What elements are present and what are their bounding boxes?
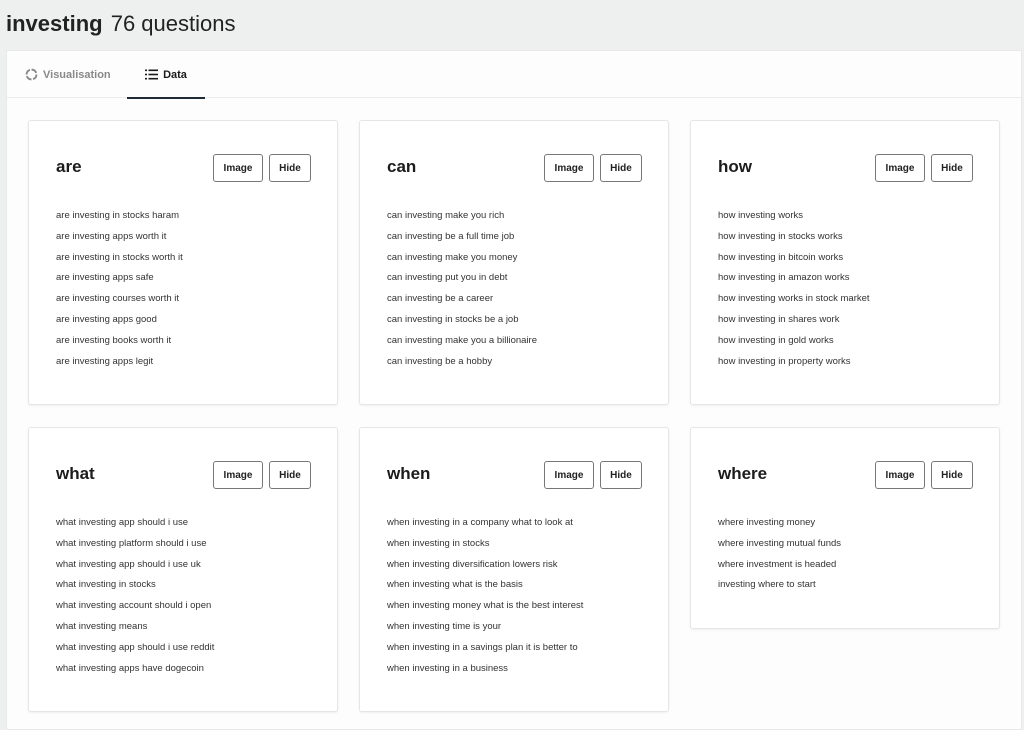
image-button[interactable]: Image xyxy=(875,461,925,489)
card-title: when xyxy=(387,464,431,483)
keyword-label: investing xyxy=(6,11,103,36)
list-item: when investing money what is the best in… xyxy=(387,600,584,612)
tab-label: Visualisation xyxy=(43,68,111,81)
question-list: are investing in stocks haram are invest… xyxy=(56,206,183,372)
question-list: where investing money where investing mu… xyxy=(718,513,841,596)
question-card-can: can Image Hide can investing make you ri… xyxy=(359,120,669,405)
list-item: are investing apps legit xyxy=(56,355,154,367)
question-list: can investing make you rich can investin… xyxy=(387,206,537,372)
list-item: where investing money xyxy=(718,517,816,528)
question-card-how: how Image Hide how investing works how i… xyxy=(690,120,1000,405)
list-item: what investing apps have dogecoin xyxy=(56,662,204,674)
list-item: what investing app should i use xyxy=(56,517,189,528)
list-item: can investing make you money xyxy=(387,251,518,263)
list-item: what investing app should i use uk xyxy=(56,558,201,570)
list-item: can investing in stocks be a job xyxy=(387,313,519,325)
card-title: where xyxy=(718,464,768,483)
card-title: are xyxy=(56,157,82,176)
question-list: what investing app should i use what inv… xyxy=(56,513,214,679)
tab-label: Data xyxy=(163,68,187,81)
hide-button[interactable]: Hide xyxy=(600,154,642,182)
list-item: how investing in gold works xyxy=(718,334,834,346)
question-card-are: are Image Hide are investing in stocks h… xyxy=(28,120,338,405)
image-button[interactable]: Image xyxy=(213,154,263,182)
image-button[interactable]: Image xyxy=(875,154,925,182)
list-item: investing where to start xyxy=(718,579,816,591)
list-item: what investing app should i use reddit xyxy=(56,641,215,653)
list-item: when investing in a business xyxy=(387,662,508,674)
circle-loading-icon xyxy=(25,68,38,81)
list-item: can investing make you a billionaire xyxy=(387,334,537,346)
list-item: can investing put you in debt xyxy=(387,272,508,284)
list-item: can investing be a career xyxy=(387,293,494,305)
list-item: are investing courses worth it xyxy=(56,293,180,305)
list-item: how investing in stocks works xyxy=(718,230,843,242)
list-item: where investing mutual funds xyxy=(718,537,842,549)
image-button[interactable]: Image xyxy=(544,154,594,182)
list-item: what investing account should i open xyxy=(56,600,212,612)
list-item: are investing in stocks worth it xyxy=(56,251,183,263)
list-item: how investing in amazon works xyxy=(718,272,850,284)
list-item: can investing be a hobby xyxy=(387,355,493,367)
list-item: what investing platform should i use xyxy=(56,537,207,549)
list-item: are investing in stocks haram xyxy=(56,210,180,221)
list-item: what investing in stocks xyxy=(56,579,156,591)
list-item: when investing in a savings plan it is b… xyxy=(387,641,578,653)
tab-bar: Visualisation Data xyxy=(7,51,1021,99)
list-item: how investing in property works xyxy=(718,355,851,367)
hide-button[interactable]: Hide xyxy=(269,154,311,182)
question-card-what: what Image Hide what investing app shoul… xyxy=(28,427,338,712)
question-list: when investing in a company what to look… xyxy=(387,513,583,679)
list-item: how investing works in stock market xyxy=(718,293,870,305)
hide-button[interactable]: Hide xyxy=(269,461,311,489)
question-card-when: when Image Hide when investing in a comp… xyxy=(359,427,669,712)
question-list: how investing works how investing in sto… xyxy=(718,206,870,372)
list-item: when investing what is the basis xyxy=(387,579,523,591)
card-title: can xyxy=(387,157,417,176)
tab-data[interactable]: Data xyxy=(127,51,205,99)
page-title: investing 76 questions xyxy=(6,10,235,38)
list-icon xyxy=(145,69,159,80)
question-card-where: where Image Hide where investing money w… xyxy=(690,427,1000,629)
list-item: when investing in stocks xyxy=(387,537,490,549)
hide-button[interactable]: Hide xyxy=(931,154,973,182)
list-item: how investing in shares work xyxy=(718,313,840,325)
tab-visualisation[interactable]: Visualisation xyxy=(25,51,111,98)
image-button[interactable]: Image xyxy=(544,461,594,489)
list-item: what investing means xyxy=(56,620,148,632)
list-item: how investing works xyxy=(718,210,804,221)
list-item: are investing apps good xyxy=(56,313,157,325)
card-title: what xyxy=(56,464,95,483)
list-item: when investing time is your xyxy=(387,620,502,632)
list-item: can investing be a full time job xyxy=(387,230,515,242)
list-item: when investing in a company what to look… xyxy=(387,517,573,528)
list-item: are investing apps worth it xyxy=(56,230,167,242)
hide-button[interactable]: Hide xyxy=(600,461,642,489)
list-item: when investing diversification lowers ri… xyxy=(387,558,558,570)
image-button[interactable]: Image xyxy=(213,461,263,489)
hide-button[interactable]: Hide xyxy=(931,461,973,489)
question-count: 76 questions xyxy=(110,11,236,36)
list-item: can investing make you rich xyxy=(387,210,505,221)
list-item: are investing books worth it xyxy=(56,334,172,346)
list-item: where investment is headed xyxy=(718,558,837,570)
list-item: how investing in bitcoin works xyxy=(718,251,844,263)
list-item: are investing apps safe xyxy=(56,272,154,284)
card-title: how xyxy=(718,157,752,176)
